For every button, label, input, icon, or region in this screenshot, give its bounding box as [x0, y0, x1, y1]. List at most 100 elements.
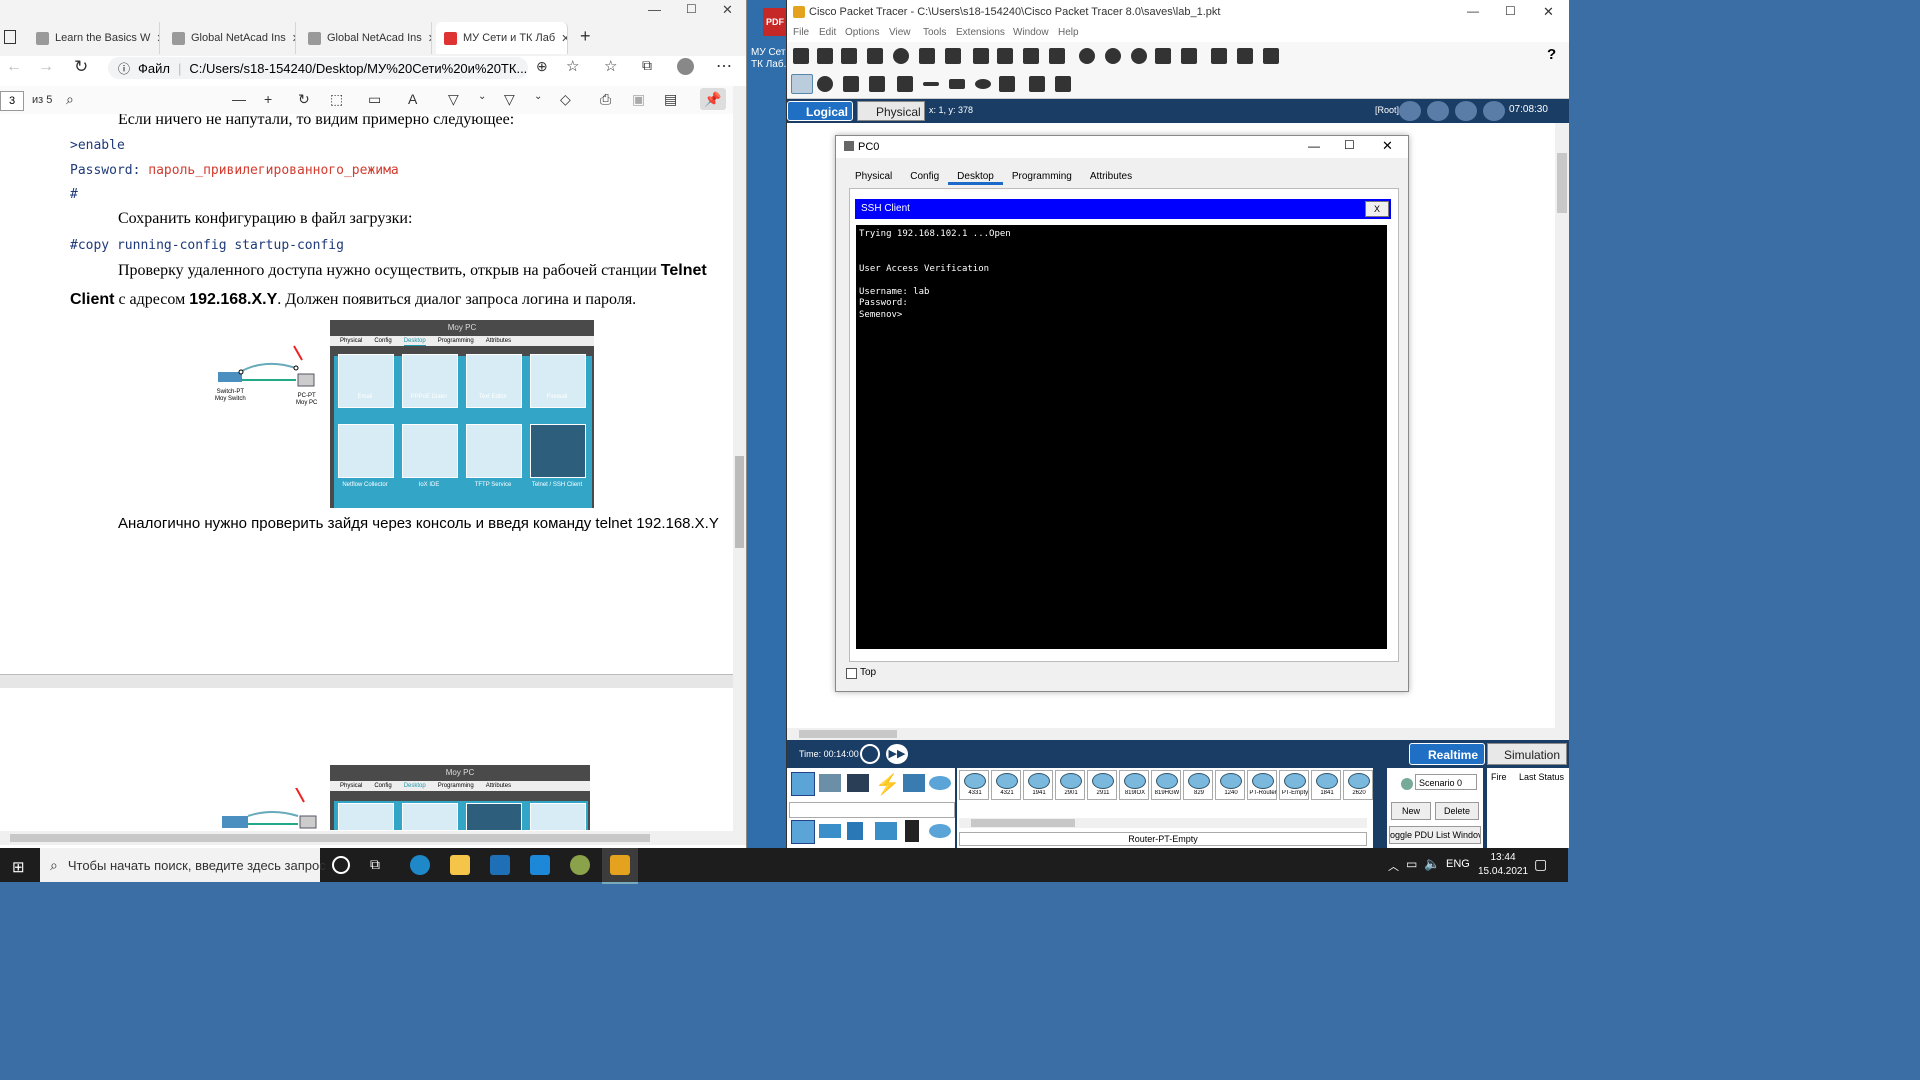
device-item[interactable]: 2911 [1087, 770, 1117, 800]
ssh-terminal[interactable]: Trying 192.168.102.1 ...Open User Access… [856, 225, 1387, 649]
scroll-thumb[interactable] [799, 730, 897, 738]
top-checkbox[interactable] [846, 668, 857, 679]
favorites-icon[interactable]: ☆ [604, 57, 617, 75]
pdf-vertical-scrollbar[interactable] [733, 86, 746, 831]
toggle-pdu-list-button[interactable]: oggle PDU List Windov [1389, 826, 1481, 844]
wireless-devices-icon[interactable] [875, 822, 897, 840]
tab-close-icon[interactable]: ✕ [561, 32, 567, 45]
select-tool-icon[interactable] [791, 74, 813, 94]
draw-filter-icon[interactable]: ▽ [448, 91, 459, 108]
zoom-icon[interactable]: ⊕ [536, 58, 548, 75]
print-icon[interactable]: ⎙ [600, 91, 611, 108]
security-icon[interactable] [905, 820, 919, 842]
device-item[interactable]: 4321 [991, 770, 1021, 800]
highlight-icon[interactable]: ▽ [504, 91, 515, 108]
switches-icon[interactable] [819, 824, 841, 838]
new-cluster-icon[interactable] [1427, 101, 1449, 121]
device-item[interactable]: 2901 [1055, 770, 1085, 800]
freeform-tool-icon[interactable] [999, 76, 1015, 92]
save-icon[interactable]: ▣ [632, 91, 645, 108]
pin-toolbar-icon[interactable]: 📌 [700, 88, 726, 110]
physical-view-button[interactable]: Physical [857, 101, 925, 121]
pdf-search-icon[interactable]: ⌕ [66, 91, 74, 108]
rectangle-tool-icon[interactable] [949, 79, 965, 89]
resize-tool-icon[interactable] [869, 76, 885, 92]
tray-chevron-icon[interactable]: ︿ [1388, 858, 1399, 874]
pc0-close-button[interactable]: ✕ [1382, 138, 1393, 154]
fit-page-icon[interactable]: ⬚ [330, 91, 343, 108]
end-devices-icon[interactable] [819, 774, 841, 792]
misc-icon[interactable] [903, 774, 925, 792]
routers-icon[interactable] [791, 820, 815, 844]
complex-pdu-icon[interactable] [1055, 76, 1071, 92]
new-scenario-button[interactable]: New [1391, 802, 1431, 820]
mail-icon[interactable] [530, 855, 550, 875]
draw-options-chevron-icon[interactable]: ⌄ [478, 91, 486, 102]
info-icon[interactable] [893, 48, 909, 64]
logical-view-button[interactable]: Logical [787, 101, 853, 121]
power-cycle-icon[interactable] [860, 744, 880, 764]
copy-icon[interactable] [973, 48, 989, 64]
menu-help[interactable]: Help [1058, 27, 1079, 38]
menu-window[interactable]: Window [1013, 27, 1049, 38]
viewport-icon[interactable] [1263, 48, 1279, 64]
read-aloud-icon[interactable]: A [408, 91, 417, 107]
move-object-icon[interactable] [1455, 101, 1477, 121]
pdf-file-icon[interactable]: PDF [763, 8, 787, 36]
paste-icon[interactable] [997, 48, 1013, 64]
drawing-palette-icon[interactable] [1155, 48, 1171, 64]
zoom-in-icon[interactable] [1079, 48, 1095, 64]
inspect-tool-icon[interactable] [817, 76, 833, 92]
page-view-icon[interactable]: ▭ [368, 91, 381, 108]
cortana-icon[interactable] [332, 856, 350, 874]
realtime-mode-button[interactable]: Realtime [1409, 743, 1485, 765]
pt-minimize-button[interactable]: — [1467, 4, 1479, 18]
line-tool-icon[interactable] [923, 82, 939, 86]
tab-close-icon[interactable]: ✕ [428, 32, 431, 45]
tab-netacad-2[interactable]: Global NetAcad Ins ✕ [300, 22, 432, 54]
undo-icon[interactable] [1023, 48, 1039, 64]
taskbar-clock[interactable]: 13:44 15.04.2021 [1478, 851, 1528, 879]
language-indicator[interactable]: ENG [1446, 858, 1470, 870]
save-as-icon[interactable]: ▤ [664, 91, 677, 108]
zoom-reset-icon[interactable] [1105, 48, 1121, 64]
tab-programming[interactable]: Programming [1003, 171, 1081, 185]
open-file-icon[interactable] [817, 48, 833, 64]
file-explorer-icon[interactable] [450, 855, 470, 875]
device-item[interactable]: 819IOX [1119, 770, 1149, 800]
device-item[interactable]: 1240 [1215, 770, 1245, 800]
pt-maximize-button[interactable]: ☐ [1505, 4, 1516, 18]
tab-close-icon[interactable]: ✕ [156, 32, 159, 45]
store-icon[interactable] [490, 855, 510, 875]
tab-attributes[interactable]: Attributes [1081, 171, 1141, 185]
device-item[interactable]: 829 [1183, 770, 1213, 800]
back-icon[interactable]: ← [6, 58, 22, 76]
profile-avatar-icon[interactable] [677, 58, 694, 75]
fast-forward-icon[interactable]: ▶▶ [886, 744, 908, 764]
network-info-icon[interactable] [919, 48, 935, 64]
simulation-mode-button[interactable]: Simulation [1487, 743, 1567, 765]
pc0-minimize-button[interactable]: — [1308, 139, 1320, 153]
page-number-input[interactable]: 3 [0, 91, 24, 111]
ssh-close-button[interactable]: X [1365, 201, 1389, 217]
new-file-icon[interactable] [793, 48, 809, 64]
favorite-add-icon[interactable]: ☆ [566, 57, 579, 75]
pdf-horizontal-scrollbar[interactable] [0, 831, 746, 845]
pc0-maximize-button[interactable]: ☐ [1344, 138, 1355, 152]
ellipse-tool-icon[interactable] [975, 79, 991, 89]
save-icon[interactable] [841, 48, 857, 64]
menu-tools[interactable]: Tools [923, 27, 946, 38]
connections-icon[interactable]: ⚡ [875, 772, 900, 797]
collections-icon[interactable]: ⧉ [642, 57, 652, 74]
tab-netacad-1[interactable]: Global NetAcad Ins ✕ [164, 22, 296, 54]
back-level-icon[interactable] [1399, 101, 1421, 121]
menu-file[interactable]: File [793, 27, 809, 38]
taskbar-search-box[interactable]: ⌕ Чтобы начать поиск, введите здесь запр… [40, 848, 326, 882]
menu-options[interactable]: Options [845, 27, 879, 38]
device-item[interactable]: 4331 [959, 770, 989, 800]
edge-app-icon[interactable] [410, 855, 430, 875]
menu-view[interactable]: View [889, 27, 911, 38]
scenario-select[interactable]: Scenario 0 [1415, 774, 1477, 790]
edge-maximize-button[interactable]: ☐ [686, 2, 697, 16]
more-menu-icon[interactable]: ⋯ [716, 56, 732, 76]
